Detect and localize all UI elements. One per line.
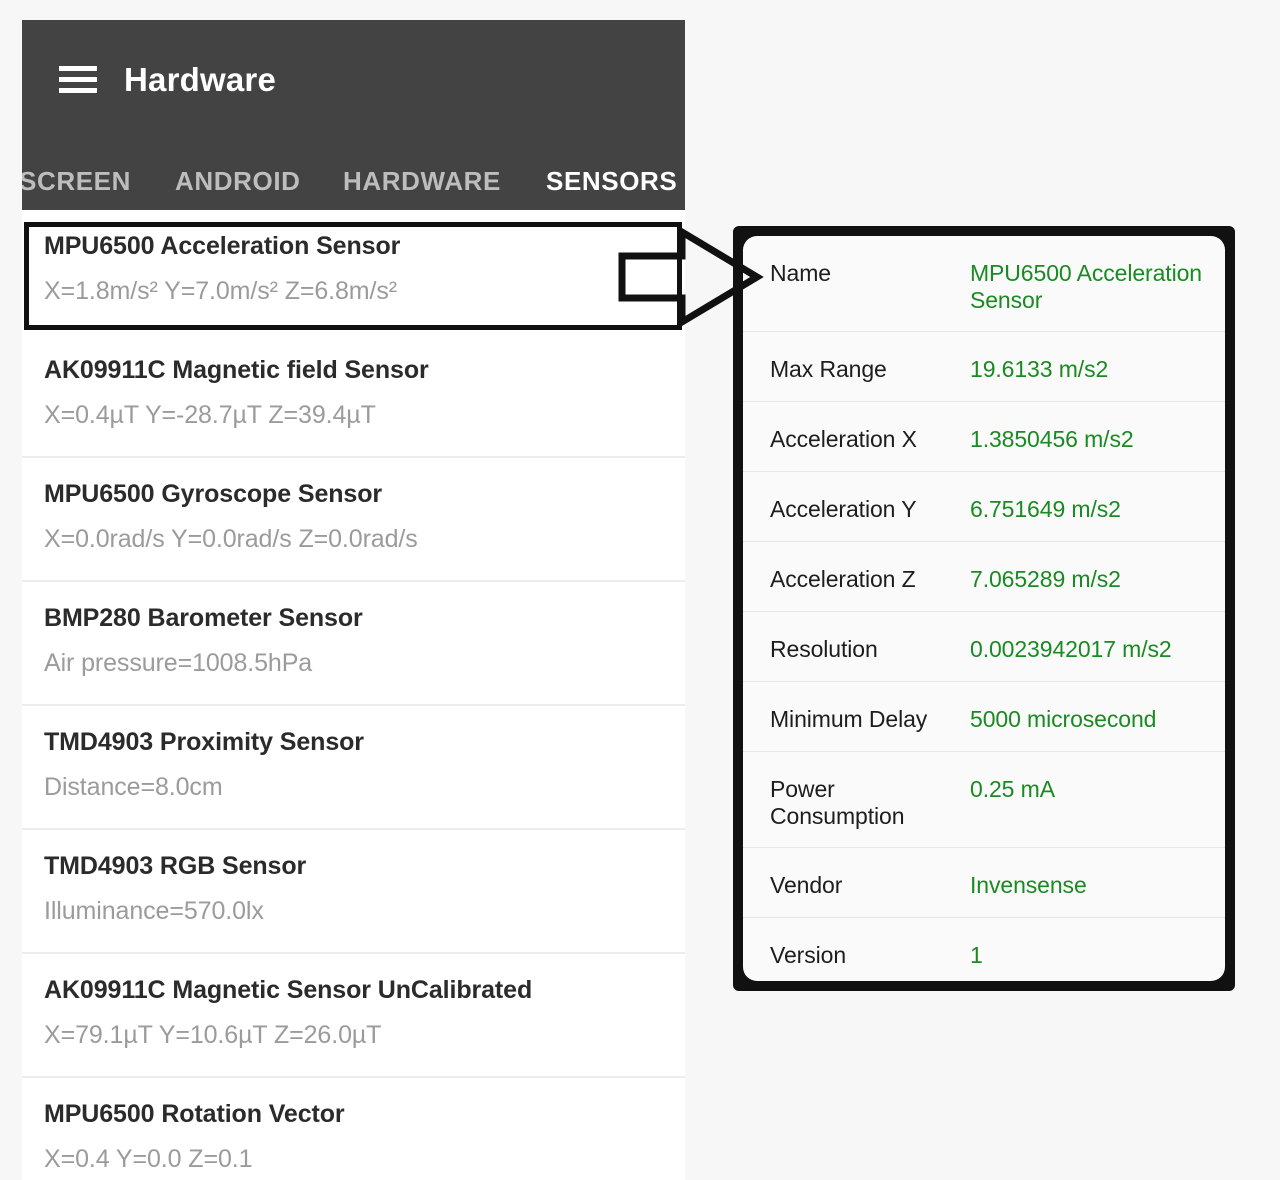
detail-label: Max Range [770,356,887,382]
tab-bar: SCREEN ANDROID HARDWARE SENSORS [22,138,685,210]
sensor-readings: Air pressure=1008.5hPa [44,648,313,677]
sensor-list-item-1[interactable]: AK09911C Magnetic field Sensor X=0.4µT Y… [22,334,685,458]
page-title: Hardware [124,60,277,98]
sensor-readings: X=0.4 Y=0.0 Z=0.1 [44,1144,253,1173]
detail-label: Minimum Delay [770,706,928,732]
detail-row-acceleration-z: Acceleration Z 7.065289 m/s2 [743,542,1225,612]
sensor-readings: Illuminance=570.0lx [44,896,264,925]
sensor-detail-card: Name MPU6500 Acceleration Sensor Max Ran… [743,236,1225,981]
detail-label: Acceleration Y [770,496,917,522]
tab-screen[interactable]: SCREEN [22,166,131,197]
detail-value: 1 [970,942,983,968]
sensor-list-item-0[interactable]: MPU6500 Acceleration Sensor X=1.8m/s² Y=… [22,210,685,334]
detail-row-resolution: Resolution 0.0023942017 m/s2 [743,612,1225,682]
detail-label: Vendor [770,872,843,898]
sensor-list[interactable]: MPU6500 Acceleration Sensor X=1.8m/s² Y=… [22,210,685,1180]
hamburger-bar-2 [59,76,97,82]
detail-row-minimum-delay: Minimum Delay 5000 microsecond [743,682,1225,752]
detail-value: 0.0023942017 m/s2 [970,636,1172,662]
detail-row-power-consumption: Power Consumption 0.25 mA [743,752,1225,848]
sensor-name: MPU6500 Acceleration Sensor [44,232,401,260]
sensor-name: TMD4903 Proximity Sensor [44,728,364,756]
sensor-name: MPU6500 Rotation Vector [44,1100,345,1128]
sensor-readings: X=0.4µT Y=-28.7µT Z=39.4µT [44,400,376,429]
detail-value: 19.6133 m/s2 [970,356,1109,382]
sensor-readings: X=79.1µT Y=10.6µT Z=26.0µT [44,1020,382,1049]
detail-value: Invensense [970,872,1087,898]
sensor-list-item-5[interactable]: TMD4903 RGB Sensor Illuminance=570.0lx [22,830,685,954]
detail-label: Acceleration Z [770,566,916,592]
detail-row-acceleration-x: Acceleration X 1.3850456 m/s2 [743,402,1225,472]
sensor-list-item-2[interactable]: MPU6500 Gyroscope Sensor X=0.0rad/s Y=0.… [22,458,685,582]
detail-label: Name [770,260,831,286]
detail-value: 0.25 mA [970,776,1055,802]
detail-value: MPU6500 Acceleration Sensor [970,260,1202,314]
detail-row-name: Name MPU6500 Acceleration Sensor [743,236,1225,332]
detail-value: 7.065289 m/s2 [970,566,1121,592]
sensor-readings: X=0.0rad/s Y=0.0rad/s Z=0.0rad/s [44,524,418,553]
app-bar-top: Hardware [22,20,685,138]
app-bar: Hardware SCREEN ANDROID HARDWARE SENSORS [22,20,685,218]
detail-row-acceleration-y: Acceleration Y 6.751649 m/s2 [743,472,1225,542]
detail-value: 5000 microsecond [970,706,1157,732]
sensor-list-item-7[interactable]: MPU6500 Rotation Vector X=0.4 Y=0.0 Z=0.… [22,1078,685,1180]
detail-row-max-range: Max Range 19.6133 m/s2 [743,332,1225,402]
tab-android[interactable]: ANDROID [175,166,301,197]
phone-screen-panel: Hardware SCREEN ANDROID HARDWARE SENSORS… [22,20,685,1180]
detail-value: 6.751649 m/s2 [970,496,1121,522]
detail-label: Version [770,942,847,968]
detail-label: Acceleration X [770,426,917,452]
hamburger-bar-1 [59,65,97,71]
sensor-readings: X=1.8m/s² Y=7.0m/s² Z=6.8m/s² [44,276,398,305]
sensor-name: MPU6500 Gyroscope Sensor [44,480,383,508]
sensor-name: AK09911C Magnetic field Sensor [44,356,429,384]
sensor-name: TMD4903 RGB Sensor [44,852,307,880]
sensor-detail-panel: Name MPU6500 Acceleration Sensor Max Ran… [733,226,1235,991]
tab-hardware[interactable]: HARDWARE [343,166,501,197]
sensor-list-item-3[interactable]: BMP280 Barometer Sensor Air pressure=100… [22,582,685,706]
hamburger-bar-3 [59,87,97,93]
sensor-name: AK09911C Magnetic Sensor UnCalibrated [44,976,533,1004]
tab-sensors[interactable]: SENSORS [546,166,677,197]
detail-row-vendor: Vendor Invensense [743,848,1225,918]
detail-row-version: Version 1 [743,918,1225,981]
sensor-list-item-6[interactable]: AK09911C Magnetic Sensor UnCalibrated X=… [22,954,685,1078]
sensor-readings: Distance=8.0cm [44,772,223,801]
hamburger-menu-icon[interactable] [59,65,97,93]
detail-value: 1.3850456 m/s2 [970,426,1134,452]
sensor-list-item-4[interactable]: TMD4903 Proximity Sensor Distance=8.0cm [22,706,685,830]
sensor-name: BMP280 Barometer Sensor [44,604,363,632]
detail-label: Power Consumption [770,776,905,830]
detail-label: Resolution [770,636,878,662]
